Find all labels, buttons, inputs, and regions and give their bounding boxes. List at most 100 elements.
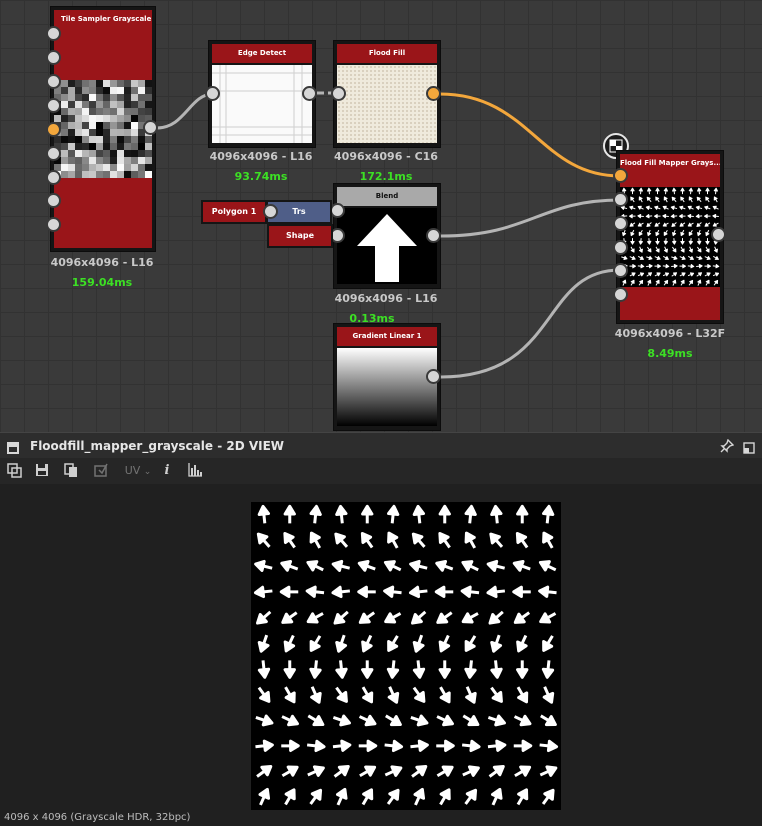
arrow-mark <box>383 585 402 598</box>
node-tile-sampler[interactable]: Tile Sampler Grayscale <box>50 6 156 252</box>
input-port[interactable] <box>613 216 628 231</box>
input-port[interactable] <box>331 86 346 101</box>
arrow-mark <box>306 612 324 624</box>
input-port[interactable] <box>46 50 61 65</box>
arrow-mark <box>284 788 296 806</box>
arrow-mark <box>713 246 718 253</box>
arrow-mark <box>439 686 451 704</box>
output-port[interactable] <box>302 86 317 101</box>
arrow-mark <box>637 272 645 277</box>
shape-node-tag[interactable]: Shape <box>267 224 333 248</box>
node-gradient-linear[interactable]: Gradient Linear 1 <box>333 323 441 431</box>
arrow-mark <box>654 255 661 260</box>
input-port[interactable] <box>46 170 61 185</box>
2d-view-image[interactable] <box>251 502 561 810</box>
arrow-mark <box>434 585 454 599</box>
input-port[interactable] <box>46 26 61 41</box>
node-resolution: 4096x4096 - L16 <box>209 150 313 163</box>
arrow-mark <box>309 788 323 805</box>
input-port[interactable] <box>46 193 61 208</box>
pin-icon[interactable] <box>720 438 735 453</box>
arrow-mark <box>538 585 557 598</box>
copy-icon[interactable] <box>62 462 80 480</box>
input-port[interactable] <box>330 203 345 218</box>
arrow-mark <box>487 739 507 752</box>
info-icon[interactable]: i <box>160 462 174 480</box>
arrow-mark <box>712 205 719 210</box>
input-port[interactable] <box>613 287 628 302</box>
output-port[interactable] <box>426 369 441 384</box>
arrow-mark <box>705 238 710 245</box>
arrow-mark <box>331 559 351 572</box>
input-port[interactable] <box>613 192 628 207</box>
arrow-mark <box>662 222 669 227</box>
arrow-mark <box>638 187 644 195</box>
arrow-mark <box>630 238 635 245</box>
arrow-mark <box>655 246 660 253</box>
status-bar: 4096 x 4096 (Grayscale HDR, 32bpc) <box>4 812 191 823</box>
input-port[interactable] <box>613 263 628 278</box>
arrow-mark <box>516 504 529 524</box>
input-port[interactable] <box>46 74 61 89</box>
save-icon[interactable] <box>33 462 51 480</box>
input-port[interactable] <box>46 146 61 161</box>
node-time: 172.1ms <box>359 170 413 183</box>
node-title: Blend <box>337 187 437 206</box>
arrow-mark <box>335 660 348 679</box>
arrow-mark <box>486 559 506 572</box>
arrow-mark <box>306 739 326 753</box>
export-icon[interactable] <box>92 462 110 480</box>
uv-dropdown[interactable]: UV ⌄ <box>120 462 156 480</box>
arrow-mark <box>516 788 529 806</box>
arrow-mark <box>307 765 325 777</box>
histogram-icon[interactable] <box>186 462 204 480</box>
arrow-mark <box>687 222 694 227</box>
arrow-mark <box>637 264 645 269</box>
output-port[interactable] <box>426 228 441 243</box>
arrow-mark <box>257 504 270 524</box>
node-flood-fill[interactable]: Flood Fill <box>333 40 441 148</box>
input-port[interactable] <box>205 86 220 101</box>
output-port[interactable] <box>143 120 158 135</box>
input-port[interactable] <box>613 240 628 255</box>
arrow-mark <box>679 272 686 277</box>
tile-sampler-thumbnail <box>54 80 152 178</box>
node-graph[interactable]: Tile Sampler Grayscale 4096x4096 - L16 1… <box>0 0 762 432</box>
maximize-icon[interactable] <box>743 439 755 454</box>
arrow-mark <box>697 279 702 286</box>
input-port[interactable] <box>263 204 278 219</box>
input-port[interactable] <box>46 98 61 113</box>
arrow-mark <box>357 559 376 572</box>
input-port-active[interactable] <box>613 168 628 183</box>
input-port-active[interactable] <box>46 122 61 137</box>
arrow-mark <box>705 279 710 286</box>
arrow-mark <box>412 504 425 524</box>
arrow-mark <box>671 272 678 277</box>
arrow-mark <box>646 246 652 253</box>
polygon-node-tag[interactable]: Polygon 1 <box>201 200 267 224</box>
node-resolution: 4096x4096 - C16 <box>334 150 438 163</box>
arrow-mark <box>408 585 428 599</box>
arrow-mark <box>638 196 643 203</box>
arrow-mark <box>279 585 299 599</box>
arrow-mark <box>688 279 694 286</box>
node-flood-fill-mapper[interactable]: Flood Fill Mapper Grays... <box>616 150 724 324</box>
arrow-mark <box>637 222 644 227</box>
arrow-mark <box>679 214 686 219</box>
arrow-mark <box>542 531 554 549</box>
output-port-active[interactable] <box>426 86 441 101</box>
arrow-up-icon <box>357 214 417 282</box>
grid-icon[interactable] <box>5 462 23 480</box>
arrow-mark <box>638 279 644 286</box>
output-port[interactable] <box>711 227 726 242</box>
arrow-mark <box>256 532 271 548</box>
arrow-mark <box>696 187 702 195</box>
arrow-mark <box>713 255 719 260</box>
arrow-mark <box>280 559 299 572</box>
node-edge-detect[interactable]: Edge Detect <box>208 40 316 148</box>
arrow-mark <box>281 739 300 753</box>
node-blend[interactable]: Blend <box>333 183 441 289</box>
arrow-mark <box>654 205 661 210</box>
arrow-mark <box>386 660 400 679</box>
input-port[interactable] <box>46 217 61 232</box>
